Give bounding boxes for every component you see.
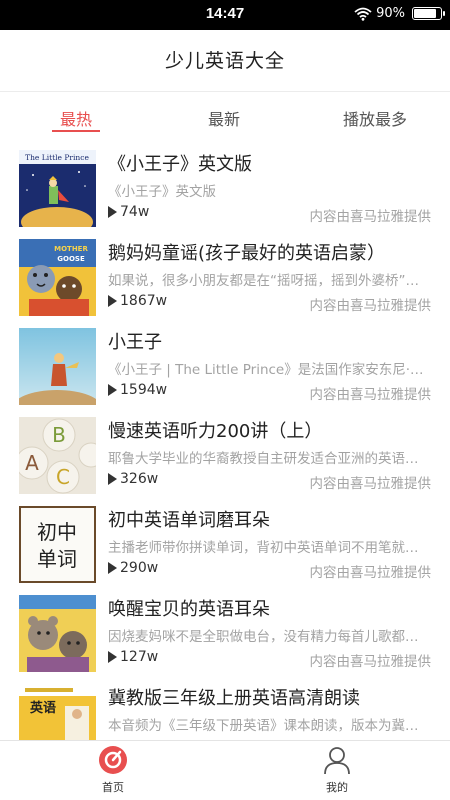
album-cover: MOTHER GOOSE (19, 239, 96, 316)
album-title: 慢速英语听力200讲（上） (108, 421, 323, 442)
album-description: 《小王子》英文版 (108, 184, 216, 200)
cartoon-bears-cover-image (19, 595, 96, 672)
play-icon (108, 473, 117, 485)
cover-text-line-1: 初中 (37, 520, 77, 544)
svg-text:C: C (56, 465, 70, 489)
textbook-cover-image: 英语 (19, 684, 96, 740)
album-description: 耶鲁大学毕业的华裔教授自主研发适合亚洲的英语学习方法 (108, 451, 430, 467)
status-bar: 14:47 90% (0, 0, 450, 30)
album-title: 唤醒宝贝的英语耳朵 (108, 599, 270, 620)
battery-percent: 90% (376, 6, 405, 21)
cover-text-line-2: 单词 (37, 547, 77, 571)
album-description: 如果说，很多小朋友都是在“摇呀摇，摇到外婆桥”中成长的 (108, 273, 430, 289)
list-item[interactable]: 小王子 《小王子 | The Little Prince》是法国作家安东尼·德·… (0, 322, 450, 411)
nav-mine[interactable]: 我的 (297, 745, 377, 795)
album-description: 主播老师带你拼读单词，背初中英语单词不用笔就能记住 (108, 540, 430, 556)
album-description: 因烧麦妈咪不是全职做电台，没有精力每首儿歌都配上中文 (108, 629, 430, 645)
header: 少儿英语大全 (0, 30, 450, 92)
nav-mine-label: 我的 (326, 781, 348, 794)
svg-text:B: B (52, 423, 66, 447)
play-icon (108, 384, 117, 396)
album-cover: The Little Prince (19, 150, 96, 227)
page-title: 少儿英语大全 (164, 50, 285, 72)
tab-bar: 最热 最新 播放最多 (0, 92, 450, 144)
album-cover: 英语 (19, 684, 96, 740)
svg-text:A: A (25, 451, 39, 475)
album-title: 小王子 (108, 332, 162, 353)
tab-newest[interactable]: 最新 (200, 106, 248, 130)
svg-text:MOTHER: MOTHER (54, 245, 88, 253)
play-count: 74w (108, 204, 149, 220)
content-source: 内容由喜马拉雅提供 (309, 387, 432, 403)
content-source: 内容由喜马拉雅提供 (309, 476, 432, 492)
play-icon (108, 562, 117, 574)
list-item[interactable]: 初中 单词 初中英语单词磨耳朵 主播老师带你拼读单词，背初中英语单词不用笔就能记… (0, 500, 450, 589)
play-count-value: 1867w (120, 293, 168, 309)
play-count-value: 127w (120, 649, 159, 665)
list-item[interactable]: 唤醒宝贝的英语耳朵 因烧麦妈咪不是全职做电台，没有精力每首儿歌都配上中文 127… (0, 589, 450, 678)
album-list: The Little Prince 《小王子》英文版 《小王子》英文版 74w … (0, 144, 450, 740)
list-item[interactable]: 英语 冀教版三年级上册英语高清朗读 本音频为《三年级下册英语》课本朗读，版本为冀… (0, 678, 450, 740)
wifi-icon (354, 7, 372, 21)
play-icon (108, 295, 117, 307)
album-cover (19, 595, 96, 672)
bottom-navigation: 首页 我的 (0, 740, 450, 800)
play-count: 326w (108, 471, 158, 487)
svg-text:The Little Prince: The Little Prince (25, 153, 89, 162)
mother-goose-cover-image: MOTHER GOOSE (19, 239, 96, 316)
active-tab-indicator (52, 130, 100, 132)
svg-text:GOOSE: GOOSE (57, 255, 85, 263)
abc-letters-cover-image: B A C (19, 417, 96, 494)
list-item[interactable]: The Little Prince 《小王子》英文版 《小王子》英文版 74w … (0, 144, 450, 233)
nav-home[interactable]: 首页 (73, 745, 153, 795)
play-count: 127w (108, 649, 158, 665)
tab-most-played[interactable]: 播放最多 (335, 106, 415, 130)
album-title: 《小王子》英文版 (108, 154, 252, 175)
album-cover: 初中 单词 (19, 506, 96, 583)
list-item[interactable]: MOTHER GOOSE 鹅妈妈童谣(孩子最好的英语启蒙） 如果说，很多小朋友都… (0, 233, 450, 322)
album-title: 冀教版三年级上册英语高清朗读 (108, 688, 360, 709)
play-count: 290w (108, 560, 158, 576)
content-source: 内容由喜马拉雅提供 (309, 209, 432, 225)
album-description: 《小王子 | The Little Prince》是法国作家安东尼·德·圣埃克苏… (108, 362, 430, 378)
junior-vocabulary-cover-image: 初中 单词 (19, 506, 96, 583)
list-item[interactable]: B A C 慢速英语听力200讲（上） 耶鲁大学毕业的华裔教授自主研发适合亚洲的… (0, 411, 450, 500)
nav-home-label: 首页 (102, 781, 124, 794)
cover-text: 英语 (29, 700, 56, 716)
album-description: 本音频为《三年级下册英语》课本朗读，版本为冀教版 (108, 718, 430, 734)
play-count: 1594w (108, 382, 167, 398)
play-icon (108, 651, 117, 663)
content-source: 内容由喜马拉雅提供 (309, 298, 432, 314)
little-prince-book-cover-image: The Little Prince (19, 150, 96, 227)
play-count-value: 1594w (120, 382, 168, 398)
content-source: 内容由喜马拉雅提供 (309, 565, 432, 581)
content-source: 内容由喜马拉雅提供 (309, 654, 432, 670)
profile-icon (324, 747, 350, 775)
play-count: 1867w (108, 293, 167, 309)
little-prince-illustration-image (19, 328, 96, 405)
play-count-value: 326w (120, 471, 159, 487)
album-cover (19, 328, 96, 405)
album-title: 初中英语单词磨耳朵 (108, 510, 270, 531)
album-cover: B A C (19, 417, 96, 494)
status-indicators: 90% (354, 6, 445, 21)
battery-icon (412, 7, 445, 20)
play-count-value: 74w (120, 204, 150, 220)
album-title: 鹅妈妈童谣(孩子最好的英语启蒙） (108, 243, 386, 264)
play-count-value: 290w (120, 560, 159, 576)
home-disc-icon (99, 746, 127, 774)
play-icon (108, 206, 117, 218)
tab-hottest[interactable]: 最热 (52, 106, 100, 130)
